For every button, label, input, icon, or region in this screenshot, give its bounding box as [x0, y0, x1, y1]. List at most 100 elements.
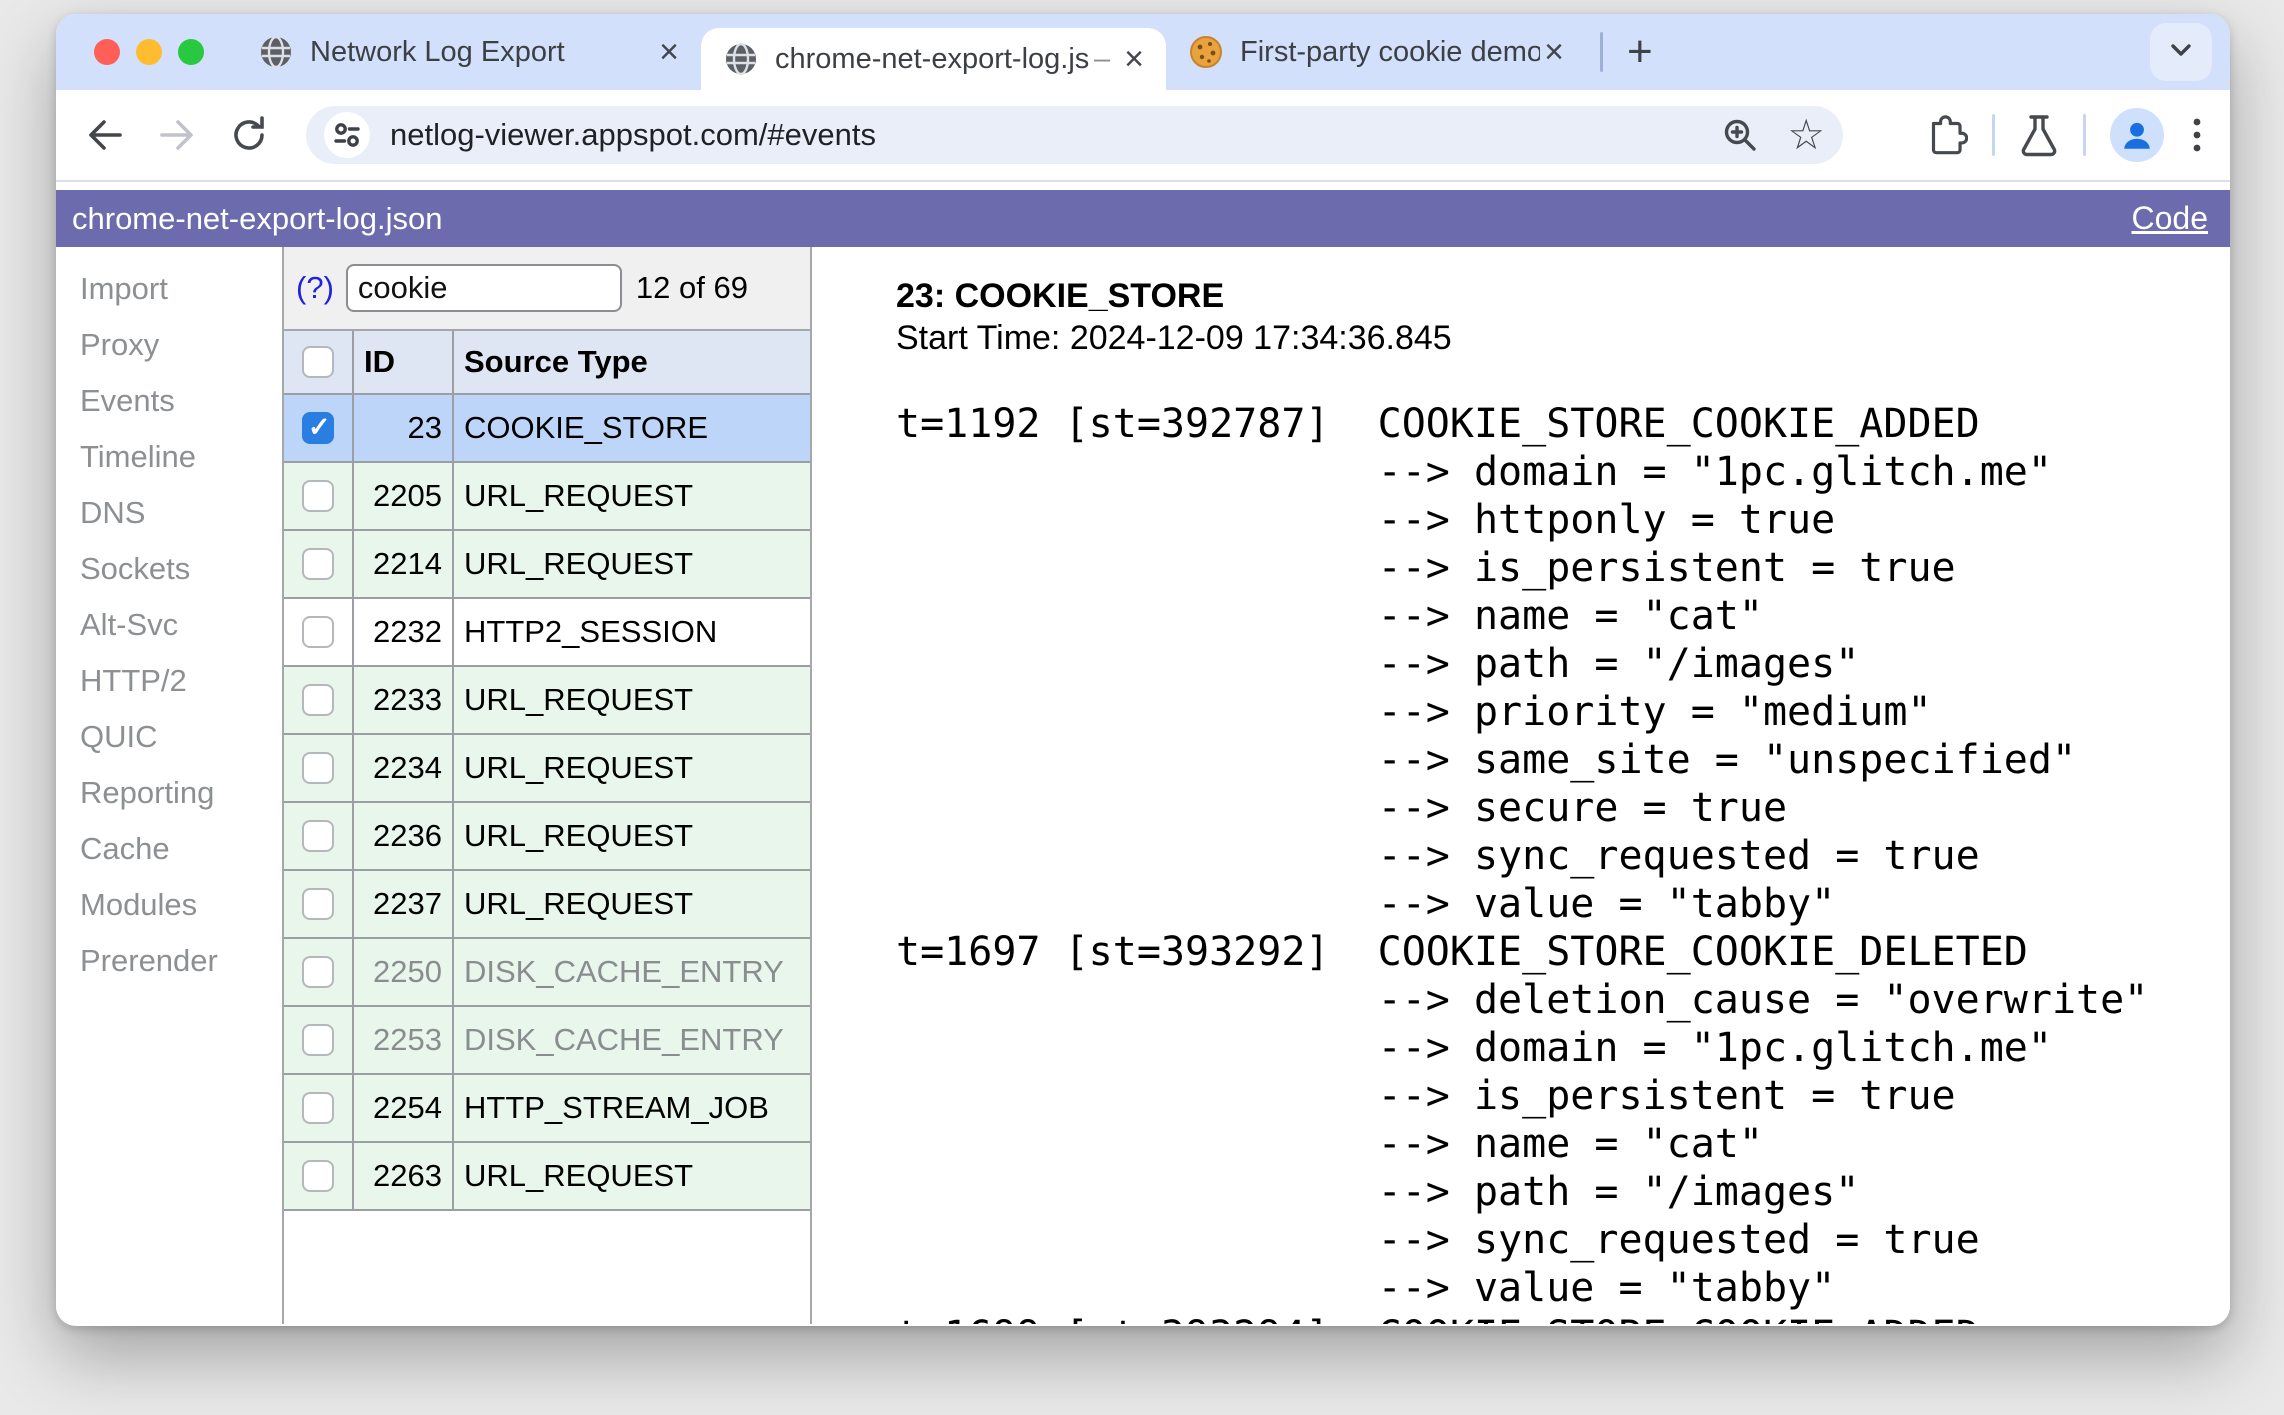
sidebar-item-proxy[interactable]: Proxy — [56, 317, 282, 373]
sidebar-item-cache[interactable]: Cache — [56, 821, 282, 877]
log-timestamp — [896, 544, 1378, 592]
column-header-id[interactable]: ID — [354, 331, 454, 393]
bookmark-star-icon[interactable]: ☆ — [1787, 114, 1825, 156]
sidebar-item-reporting[interactable]: Reporting — [56, 765, 282, 821]
sidebar-item-http-2[interactable]: HTTP/2 — [56, 653, 282, 709]
row-checkbox[interactable] — [302, 480, 334, 512]
row-checkbox[interactable] — [302, 820, 334, 852]
row-checkbox[interactable] — [302, 1160, 334, 1192]
sidebar-item-dns[interactable]: DNS — [56, 485, 282, 541]
toolbar-right-cluster — [1922, 108, 2204, 162]
row-checkbox[interactable] — [302, 684, 334, 716]
log-timestamp — [896, 496, 1378, 544]
row-checkbox[interactable] — [302, 752, 334, 784]
table-row[interactable]: 2236 URL_REQUEST — [284, 803, 810, 871]
event-log[interactable]: t=1192 [st=392787] COOKIE_STORE_COOKIE_AD… — [896, 400, 2230, 1324]
row-checkbox[interactable] — [302, 888, 334, 920]
new-tab-button[interactable]: + — [1617, 30, 1663, 74]
sidebar-item-prerender[interactable]: Prerender — [56, 933, 282, 989]
table-row[interactable]: 2250 DISK_CACHE_ENTRY — [284, 939, 810, 1007]
address-bar[interactable]: netlog-viewer.appspot.com/#events ☆ — [306, 106, 1843, 164]
row-checkbox[interactable] — [302, 1092, 334, 1124]
log-line: --> is_persistent = true — [896, 544, 2230, 592]
row-checkbox[interactable] — [302, 956, 334, 988]
log-line: t=1699 [st=393294]COOKIE_STORE_COOKIE_AD… — [896, 1312, 2230, 1324]
log-text: --> priority = "medium" — [1377, 689, 1932, 735]
sidebar-item-timeline[interactable]: Timeline — [56, 429, 282, 485]
tab-search-button[interactable] — [2150, 23, 2212, 81]
tab-close-icon[interactable]: × — [1120, 42, 1148, 76]
log-line: t=1192 [st=392787] COOKIE_STORE_COOKIE_AD… — [896, 400, 2230, 448]
log-text: --> httponly = true — [1377, 497, 1836, 543]
puzzle-piece-icon — [1931, 115, 1968, 155]
row-id-cell: 2263 — [354, 1143, 454, 1209]
tab-close-icon[interactable]: × — [655, 35, 683, 69]
table-row[interactable]: 23 COOKIE_STORE — [284, 395, 810, 463]
row-checkbox[interactable] — [302, 1024, 334, 1056]
tab-title: Network Log Export — [310, 35, 565, 68]
globe-favicon-icon — [258, 34, 294, 70]
tab-close-icon[interactable]: × — [1540, 35, 1568, 69]
row-checkbox[interactable] — [302, 548, 334, 580]
profile-avatar[interactable] — [2110, 108, 2164, 162]
log-timestamp — [896, 976, 1378, 1024]
zoom-button[interactable] — [1719, 114, 1761, 156]
filter-help-link[interactable]: (?) — [296, 270, 334, 306]
log-timestamp: t=1699 [st=393294] — [896, 1312, 1378, 1324]
sidebar-item-sockets[interactable]: Sockets — [56, 541, 282, 597]
sidebar-item-modules[interactable]: Modules — [56, 877, 282, 933]
log-timestamp: t=1192 [st=392787] — [896, 401, 1330, 447]
code-link[interactable]: Code — [2132, 200, 2209, 237]
netlog-header-bar: chrome-net-export-log.json Code — [56, 190, 2230, 247]
log-text: --> path = "/images" — [1377, 641, 1860, 687]
events-table-header: ID Source Type — [284, 331, 810, 395]
row-id-cell: 2250 — [354, 939, 454, 1005]
sidebar-item-quic[interactable]: QUIC — [56, 709, 282, 765]
site-info-button[interactable] — [324, 112, 370, 158]
table-row[interactable]: 2253 DISK_CACHE_ENTRY — [284, 1007, 810, 1075]
table-row[interactable]: 2254 HTTP_STREAM_JOB — [284, 1075, 810, 1143]
person-icon — [2124, 122, 2150, 149]
table-row[interactable]: 2237 URL_REQUEST — [284, 871, 810, 939]
minimize-window-button[interactable] — [136, 39, 162, 65]
reload-button[interactable] — [226, 112, 272, 158]
row-source-type-cell: DISK_CACHE_ENTRY — [464, 1022, 784, 1057]
log-line: --> path = "/images" — [896, 1168, 2230, 1216]
table-row[interactable]: 2205 URL_REQUEST — [284, 463, 810, 531]
column-header-source-type[interactable]: Source Type — [454, 331, 810, 393]
browser-menu-button[interactable] — [2190, 114, 2204, 156]
tab-chrome-net-export-log[interactable]: chrome-net-export-log.json – × — [701, 28, 1166, 90]
row-source-type-cell: HTTP_STREAM_JOB — [464, 1090, 769, 1125]
extensions-button[interactable] — [1922, 112, 1968, 158]
url-text[interactable]: netlog-viewer.appspot.com/#events — [390, 117, 1693, 153]
table-row[interactable]: 2263 URL_REQUEST — [284, 1143, 810, 1211]
sidebar-item-alt-svc[interactable]: Alt-Svc — [56, 597, 282, 653]
experiments-button[interactable] — [2019, 113, 2059, 157]
log-line: --> same_site = "unspecified" — [896, 736, 2230, 784]
tab-first-party-cookie-demo[interactable]: First-party cookie demo × — [1166, 14, 1586, 90]
row-source-type-cell: URL_REQUEST — [464, 886, 694, 921]
row-id-cell: 2253 — [354, 1007, 454, 1073]
log-line: --> sync_requested = true — [896, 832, 2230, 880]
table-row[interactable]: 2233 URL_REQUEST — [284, 667, 810, 735]
select-all-checkbox[interactable] — [302, 346, 334, 378]
row-checkbox[interactable] — [302, 412, 334, 444]
row-source-type-cell: URL_REQUEST — [464, 478, 694, 513]
filter-input[interactable] — [345, 264, 622, 312]
log-timestamp — [896, 640, 1378, 688]
row-id-cell: 23 — [354, 395, 454, 461]
tab-network-log-export[interactable]: Network Log Export × — [236, 14, 701, 90]
row-checkbox[interactable] — [302, 616, 334, 648]
table-row[interactable]: 2232 HTTP2_SESSION — [284, 599, 810, 667]
forward-button[interactable] — [154, 112, 200, 158]
close-window-button[interactable] — [94, 39, 120, 65]
fullscreen-window-button[interactable] — [178, 39, 204, 65]
back-button[interactable] — [82, 112, 128, 158]
table-row[interactable]: 2214 URL_REQUEST — [284, 531, 810, 599]
sidebar-item-import[interactable]: Import — [56, 261, 282, 317]
log-line: --> domain = "1pc.glitch.me" — [896, 1024, 2230, 1072]
toolbar-separator — [2083, 114, 2086, 156]
sidebar-item-events[interactable]: Events — [56, 373, 282, 429]
table-row[interactable]: 2234 URL_REQUEST — [284, 735, 810, 803]
netlog-content: Import Proxy Events Timeline DNS Sockets Alt-S… — [56, 247, 2230, 1324]
